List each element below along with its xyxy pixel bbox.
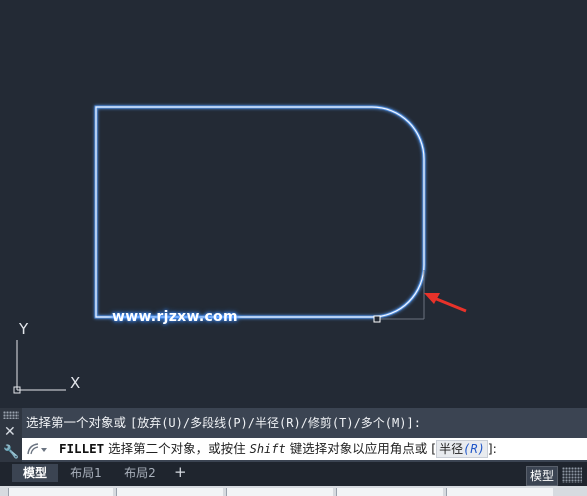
taskbar-item[interactable] [336, 488, 443, 496]
prompt-key: Shift [249, 442, 286, 456]
tab-model[interactable]: 模型 [12, 464, 58, 482]
wrench-icon[interactable]: 🔧 [3, 446, 19, 459]
radius-option-key: (R) [463, 442, 485, 456]
command-prompt-icon[interactable] [26, 442, 48, 456]
ucs-y-label: Y [18, 320, 29, 338]
prompt-text-2: 键选择对象以应用角点或 [285, 441, 432, 456]
radius-option-button[interactable]: 半径(R) [436, 440, 488, 458]
taskbar-item[interactable] [446, 488, 553, 496]
history-options: [放弃(U)/多段线(P)/半径(R)/修剪(T)/多个(M)]: [129, 416, 421, 430]
taskbar-item[interactable] [226, 488, 333, 496]
command-line-grip[interactable]: ✕ 🔧 [0, 408, 22, 462]
red-arrow-icon [424, 293, 467, 313]
watermark: www.rjzxw.com [112, 309, 238, 325]
radius-option-label: 半径 [439, 442, 464, 456]
command-input[interactable]: FILLET 选择第二个对象，或按住 Shift 键选择对象以应用角点或 [半径… [22, 438, 587, 460]
bracket-close: ]: [487, 441, 497, 456]
ucs-x-label: X [70, 374, 80, 392]
prompt-text-1: 选择第二个对象，或按住 [104, 441, 250, 456]
ucs-icon [13, 340, 66, 394]
drag-handle-icon[interactable] [3, 411, 19, 419]
model-space-button[interactable]: 模型 [526, 466, 558, 486]
close-icon[interactable]: ✕ [4, 425, 16, 439]
command-name: FILLET [59, 441, 105, 456]
tab-layout1[interactable]: 布局1 [62, 464, 110, 482]
tab-layout2[interactable]: 布局2 [114, 464, 166, 482]
grip-point[interactable] [373, 315, 381, 323]
taskbar-item[interactable] [8, 488, 113, 496]
filleted-rectangle[interactable] [94, 105, 426, 319]
status-grip-icon[interactable] [562, 467, 582, 483]
drawing-canvas[interactable]: Y X [0, 0, 587, 408]
add-layout-button[interactable]: + [174, 463, 187, 481]
command-history-line: 选择第一个对象或 [放弃(U)/多段线(P)/半径(R)/修剪(T)/多个(M)… [26, 413, 421, 433]
command-prompt-text: FILLET 选择第二个对象，或按住 Shift 键选择对象以应用角点或 [半径… [59, 438, 497, 460]
taskbar-item[interactable] [116, 488, 223, 496]
history-prefix: 选择第一个对象或 [26, 415, 130, 430]
